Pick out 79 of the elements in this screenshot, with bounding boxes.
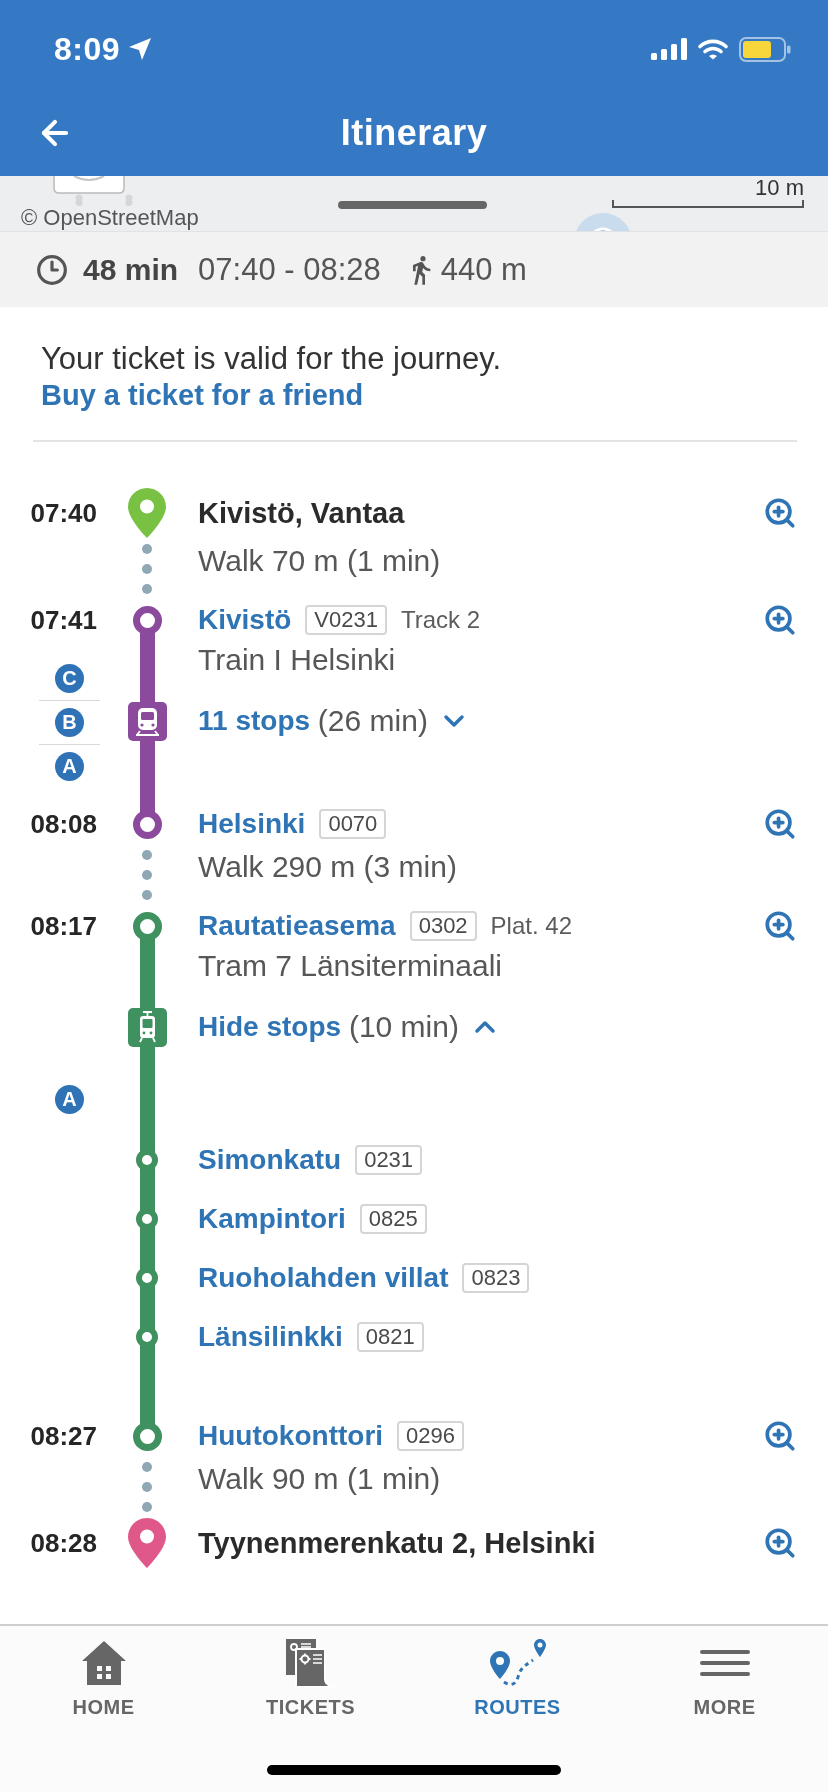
stop-link[interactable]: Kivistö [198,603,292,637]
zoom-button[interactable] [763,496,797,530]
buy-ticket-link[interactable]: Buy a ticket for a friend [41,377,364,413]
stop-link[interactable]: Länsilinkki [198,1319,343,1354]
zone-badge: B [55,708,84,737]
map-attribution: © OpenStreetMap [21,205,200,231]
dotted-line [142,544,152,594]
route-info: Train I Helsinki [198,642,396,678]
drag-handle[interactable] [338,201,487,209]
time-label: 08:28 [30,1528,97,1558]
time-label: 08:08 [30,809,97,839]
tab-button[interactable]: ROUTES [464,1639,571,1719]
tab-button[interactable]: TICKETS [255,1639,366,1719]
wifi-icon [697,37,729,61]
walk-distance: 440 m [440,251,527,288]
place-name: Tyynenmerenkatu 2, Helsinki [198,1526,596,1561]
zoom-button[interactable] [763,909,797,943]
clock-icon [36,253,68,286]
stop-code: 0821 [356,1321,424,1352]
battery-icon [739,36,791,62]
zoom-in-icon [763,603,797,637]
stop-marker-icon [132,605,162,635]
ticket-message: Your ticket is valid for the journey. [41,341,502,377]
stop-link[interactable]: Rautatieasema [198,909,396,943]
zoom-in-icon [763,909,797,943]
zone-badge: A [55,1084,84,1114]
platform-label: Plat. 42 [490,911,572,941]
stops-toggle-button[interactable]: Hide stops (10 min) [198,1009,501,1045]
location-arrow-icon [129,38,152,60]
stop-link[interactable]: Huutokonttori [198,1419,384,1453]
stop-marker-icon [132,809,162,839]
stop-link[interactable]: Ruoholahden villat [198,1260,449,1295]
signal-icon [651,38,687,60]
stop-link[interactable]: Kampintori [198,1201,346,1236]
tab-button[interactable]: MORE [683,1639,766,1719]
stop-marker-icon [132,1421,162,1451]
train-icon [127,701,167,741]
zone-badge: A [55,752,84,781]
route-pins-icon [489,1639,546,1687]
time-label: 07:40 [30,498,97,528]
time-label: 07:41 [30,605,97,635]
zone-badge: C [55,663,84,693]
stop-code: V0231 [305,605,387,635]
zoom-button[interactable] [763,807,797,841]
dotted-line [142,1462,152,1512]
zoom-in-icon [763,496,797,530]
walk-info: Walk 90 m (1 min) [198,1461,441,1497]
tab-button[interactable]: HOME [62,1639,145,1719]
trip-time-range: 07:40 - 08:28 [198,251,381,288]
tram-icon [127,1007,167,1047]
time-label: 08:27 [30,1421,97,1451]
status-time: 8:09 [54,30,121,68]
zoom-button[interactable] [763,603,797,637]
stop-code: 0070 [319,809,387,839]
zoom-button[interactable] [763,1419,797,1453]
walk-info: Walk 70 m (1 min) [198,543,441,579]
stop-code: 0825 [359,1203,427,1234]
stop-code: 0231 [355,1144,423,1175]
zoom-in-icon [763,807,797,841]
screen-title: Itinerary [340,111,488,155]
walk-info: Walk 290 m (3 min) [198,849,457,885]
stop-link[interactable]: Simonkatu [198,1142,342,1177]
stop-link[interactable]: Helsinki [198,807,306,841]
dotted-line [142,850,152,900]
menu-icon [699,1650,750,1676]
zoom-in-icon [763,1526,797,1560]
zoom-button[interactable] [763,1526,797,1560]
place-name: Kivistö, Vantaa [198,496,405,531]
stop-code: 0296 [397,1421,464,1451]
stop-code: 0302 [409,911,477,941]
zoom-in-icon [763,1419,797,1453]
platform-label: Track 2 [401,605,481,635]
stops-toggle-button[interactable]: 11 stops (26 min) [198,703,470,739]
route-info: Tram 7 Länsiterminaali [198,948,502,984]
stop-marker-icon [132,911,162,941]
stop-code: 0823 [462,1262,530,1293]
time-label: 08:17 [30,911,97,941]
scale-label: 10 m [755,176,804,200]
trip-duration: 48 min [83,252,179,287]
